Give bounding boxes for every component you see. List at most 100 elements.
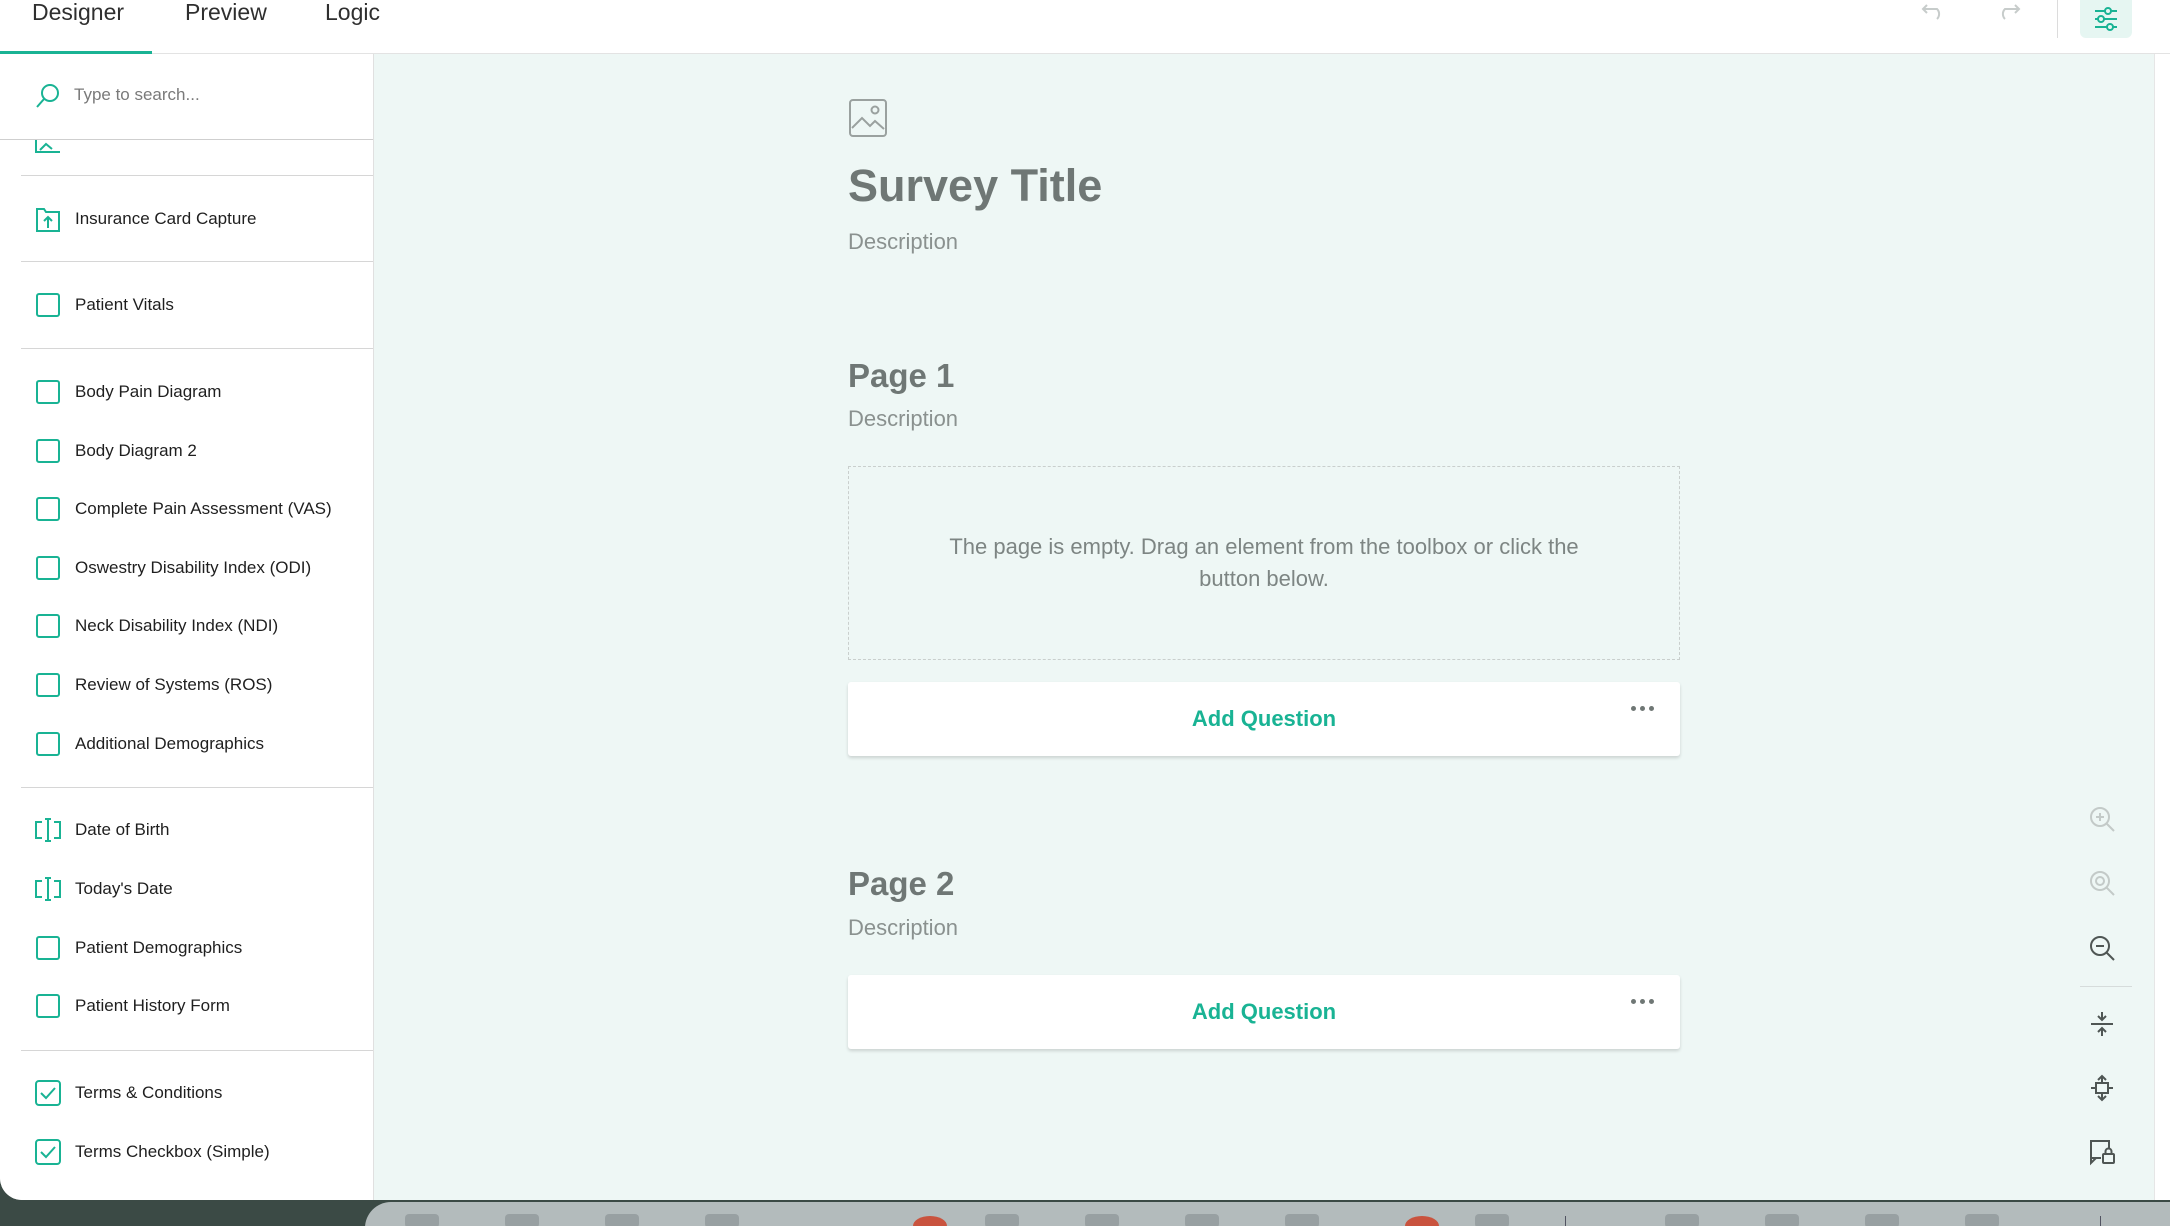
toolbar-divider: [2057, 0, 2058, 38]
toolbox-item-insurance-card-capture[interactable]: Insurance Card Capture: [0, 194, 373, 244]
toolbox-item-label: Date of Birth: [75, 820, 170, 839]
toolbox-item-label: Additional Demographics: [75, 734, 264, 753]
checked-checkbox-icon: [34, 1079, 62, 1107]
checked-checkbox-icon: [34, 1138, 62, 1166]
toolbox-group-divider: [21, 1050, 373, 1051]
redo-button[interactable]: [1986, 0, 2030, 22]
more-options-icon[interactable]: [1631, 999, 1654, 1004]
survey-description[interactable]: Description: [848, 229, 958, 255]
scrollbar[interactable]: [2154, 54, 2170, 1200]
toolbox-item-complete-pain-assessment[interactable]: Complete Pain Assessment (VAS): [0, 484, 373, 534]
tab-designer-label: Designer: [32, 0, 125, 25]
empty-page-message: The page is empty. Drag an element from …: [949, 534, 1579, 591]
text-input-icon: [34, 875, 62, 903]
checkbox-icon: [34, 437, 62, 465]
toolbox-item-label: Oswestry Disability Index (ODI): [75, 558, 312, 577]
top-toolbar: Designer Preview Logic: [0, 0, 2170, 54]
checkbox-icon: [34, 992, 62, 1020]
undo-button[interactable]: [1912, 0, 1956, 22]
toolbox-item-patient-demographics[interactable]: Patient Demographics: [0, 923, 373, 973]
toolbox-search-input[interactable]: [74, 80, 354, 110]
checkbox-icon: [34, 291, 62, 319]
more-options-icon[interactable]: [1631, 706, 1654, 711]
toolbox-item-neck-disability-index[interactable]: Neck Disability Index (NDI): [0, 601, 373, 651]
page-1-empty-placeholder: The page is empty. Drag an element from …: [848, 466, 1680, 660]
zoom-to-fit-icon: [2090, 871, 2115, 896]
upload-file-icon: [34, 205, 62, 233]
checkbox-icon: [34, 378, 62, 406]
add-question-label: Add Question: [1191, 706, 1337, 731]
zoom-in-button[interactable]: [2080, 797, 2124, 841]
toolbox-item-label: Today's Date: [75, 879, 173, 898]
tab-preview-label: Preview: [185, 0, 267, 25]
toolbox-item-patient-vitals[interactable]: Patient Vitals: [0, 280, 373, 330]
search-icon: [36, 84, 59, 108]
tools-divider: [2080, 986, 2132, 987]
toolbox-panel: Insurance Card Capture Patient Vitals Bo…: [0, 54, 374, 1200]
toolbox-item-label: Patient History Form: [75, 996, 230, 1015]
undo-icon: [1921, 4, 1941, 20]
survey-title[interactable]: Survey Title: [848, 160, 1102, 212]
zoom-in-icon: [2090, 807, 2115, 832]
tab-preview[interactable]: Preview: [185, 0, 267, 54]
checkbox-icon: [34, 730, 62, 758]
toolbox-search: [0, 54, 373, 140]
zoom-out-icon: [2090, 936, 2115, 961]
toolbox-item-oswestry-disability-index[interactable]: Oswestry Disability Index (ODI): [0, 543, 373, 593]
page-2-add-question-button[interactable]: Add Question: [848, 975, 1680, 1049]
tab-designer[interactable]: Designer: [0, 0, 152, 54]
tab-logic[interactable]: Logic: [325, 0, 380, 54]
toolbox-group-divider: [21, 261, 373, 262]
toolbox-item-patient-history-form[interactable]: Patient History Form: [0, 981, 373, 1031]
zoom-to-fit-button[interactable]: [2080, 861, 2124, 905]
toolbox-item-terms-checkbox-simple[interactable]: Terms Checkbox (Simple): [0, 1127, 373, 1177]
redo-icon: [2001, 4, 2021, 20]
toolbox-item-label: Review of Systems (ROS): [75, 675, 273, 694]
tab-logic-label: Logic: [325, 0, 380, 25]
toolbox-item-body-diagram-2[interactable]: Body Diagram 2: [0, 426, 373, 476]
collapse-all-button[interactable]: [2080, 1002, 2124, 1046]
toolbox-item-todays-date[interactable]: Today's Date: [0, 864, 373, 914]
checkbox-icon: [34, 934, 62, 962]
os-dock: [365, 1202, 2170, 1226]
toolbox-item-label: Patient Vitals: [75, 295, 174, 314]
page-2-description[interactable]: Description: [848, 915, 958, 941]
checkbox-icon: [34, 554, 62, 582]
settings-button[interactable]: [2080, 0, 2132, 38]
settings-sliders-icon: [2095, 7, 2117, 31]
checkbox-icon: [34, 612, 62, 640]
page-1-title[interactable]: Page 1: [848, 357, 954, 395]
zoom-out-button[interactable]: [2080, 926, 2124, 970]
expand-all-button[interactable]: [2080, 1066, 2124, 1110]
toolbox-item-label: Terms Checkbox (Simple): [75, 1142, 270, 1161]
toolbox-item-body-pain-diagram[interactable]: Body Pain Diagram: [0, 367, 373, 417]
toolbox-item-date-of-birth[interactable]: Date of Birth: [0, 805, 373, 855]
page-1-add-question-button[interactable]: Add Question: [848, 682, 1680, 756]
toolbox-item-label: Terms & Conditions: [75, 1083, 223, 1102]
text-input-icon: [34, 816, 62, 844]
image-placeholder-icon: [849, 99, 887, 137]
partially-visible-item-icon: [34, 140, 74, 156]
toolbox-group-divider: [21, 787, 373, 788]
survey-creator-window: Designer Preview Logic Type to search...…: [0, 0, 2170, 1200]
toolbox-item-label: Complete Pain Assessment (VAS): [75, 499, 332, 518]
lock-question-icon: [2090, 1140, 2115, 1166]
toolbox-item-label: Body Diagram 2: [75, 441, 197, 460]
page-2-title[interactable]: Page 2: [848, 865, 954, 903]
add-question-label: Add Question: [1191, 999, 1337, 1024]
toolbox-item-review-of-systems[interactable]: Review of Systems (ROS): [0, 660, 373, 710]
checkbox-icon: [34, 495, 62, 523]
survey-logo-placeholder[interactable]: [848, 98, 888, 143]
toolbox-item-label: Patient Demographics: [75, 938, 243, 957]
toolbox-item-additional-demographics[interactable]: Additional Demographics: [0, 719, 373, 769]
collapse-all-icon: [2091, 1012, 2113, 1036]
toolbox-item-label: Neck Disability Index (NDI): [75, 616, 279, 635]
toolbox-group-divider: [21, 348, 373, 349]
lock-question-button[interactable]: [2080, 1130, 2124, 1174]
toolbox-group-divider: [21, 175, 373, 176]
toolbox-item-label: Body Pain Diagram: [75, 382, 222, 401]
expand-all-icon: [2091, 1074, 2113, 1102]
page-1-description[interactable]: Description: [848, 406, 958, 432]
toolbox-item-label: Insurance Card Capture: [75, 209, 257, 228]
toolbox-item-terms-and-conditions[interactable]: Terms & Conditions: [0, 1068, 373, 1118]
